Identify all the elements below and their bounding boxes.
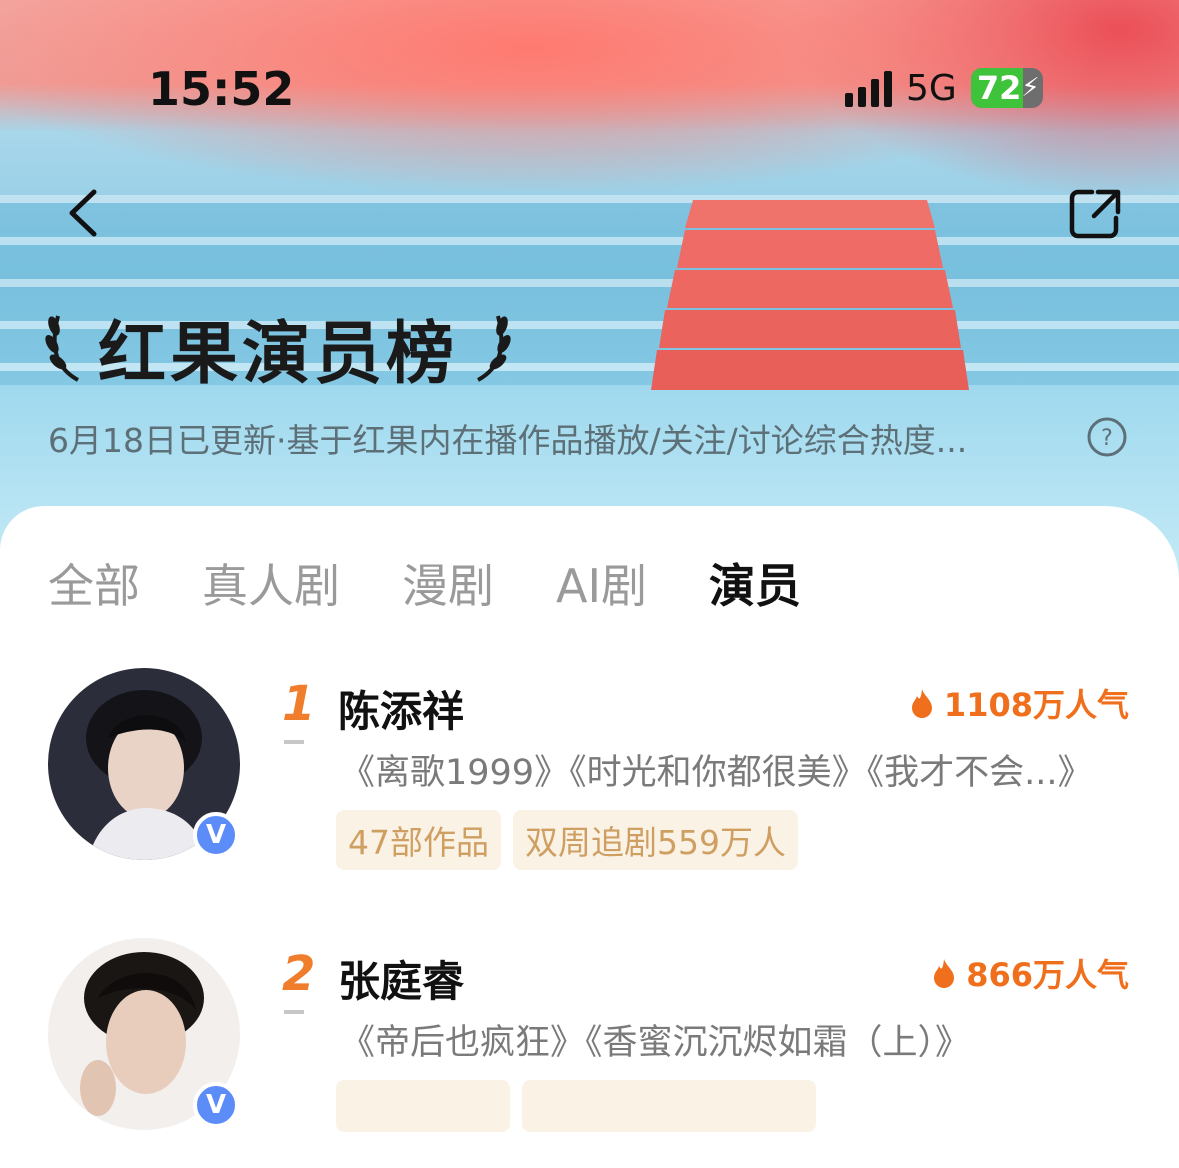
works-count-tag: 47部作品 (336, 810, 501, 870)
flame-icon (911, 689, 932, 718)
works-count-tag (336, 1080, 510, 1132)
tab-actors[interactable]: 演员 (709, 556, 801, 616)
charging-icon: ⚡ (1021, 73, 1040, 103)
category-tabs: 全部 真人剧 漫剧 AI剧 演员 (48, 556, 863, 616)
red-carpet-stairs (651, 200, 969, 390)
tab-live-action[interactable]: 真人剧 (202, 556, 340, 616)
tag-list (336, 1080, 816, 1132)
tag-list: 47部作品 双周追剧559万人 (336, 810, 798, 870)
status-indicators: 5G 72 ⚡ (845, 66, 1043, 110)
laurel-right-icon (477, 315, 511, 382)
question-circle-icon[interactable]: ? (1086, 416, 1128, 458)
popularity: 1108万人气 (910, 680, 1129, 726)
status-time: 15:52 (148, 62, 295, 116)
followers-tag (522, 1080, 816, 1132)
laurel-left-icon (45, 315, 80, 382)
verified-badge: V (193, 812, 239, 858)
flame-icon (934, 959, 955, 988)
popularity-value: 1108万人气 (943, 686, 1129, 724)
tab-animated[interactable]: 漫剧 (402, 556, 494, 616)
actor-name[interactable]: 陈添祥 (338, 678, 464, 739)
battery-icon: 72 ⚡ (970, 68, 1043, 108)
popularity-value: 866万人气 (966, 956, 1129, 994)
popularity: 866万人气 (932, 950, 1129, 996)
works-list: 《离歌1999》《时光和你都很美》《我才不会...》 (340, 753, 1093, 793)
share-icon[interactable] (1068, 186, 1124, 240)
list-item[interactable]: V 2 张庭睿 866万人气 《帝后也疯狂》《香蜜沉沉烬如霜（上）》 (0, 938, 1179, 1168)
battery-level: 72 (976, 69, 1022, 107)
svg-text:?: ? (1101, 426, 1113, 451)
actor-name[interactable]: 张庭睿 (338, 948, 464, 1009)
rank-number: 2 (282, 946, 316, 1002)
followers-tag: 双周追剧559万人 (513, 810, 798, 870)
tab-all[interactable]: 全部 (48, 556, 140, 616)
rank-number: 1 (282, 676, 316, 732)
works-list: 《帝后也疯狂》《香蜜沉沉烬如霜（上）》 (340, 1023, 971, 1063)
update-subtitle: 6月18日已更新·基于红果内在播作品播放/关注/讨论综合热度... (48, 421, 968, 460)
network-label: 5G (906, 67, 957, 109)
page-title: 红果演员榜 (98, 314, 459, 394)
page-title-row: 红果演员榜 (44, 302, 512, 394)
list-item[interactable]: V 1 陈添祥 1108万人气 《离歌1999》《时光和你都很美》《我才不会..… (0, 668, 1179, 898)
divider-dash (284, 740, 304, 744)
tab-ai[interactable]: AI剧 (556, 556, 647, 616)
divider-dash (284, 1010, 304, 1014)
verified-badge: V (193, 1082, 239, 1128)
chevron-left-icon[interactable] (60, 186, 110, 240)
signal-icon (845, 69, 892, 107)
